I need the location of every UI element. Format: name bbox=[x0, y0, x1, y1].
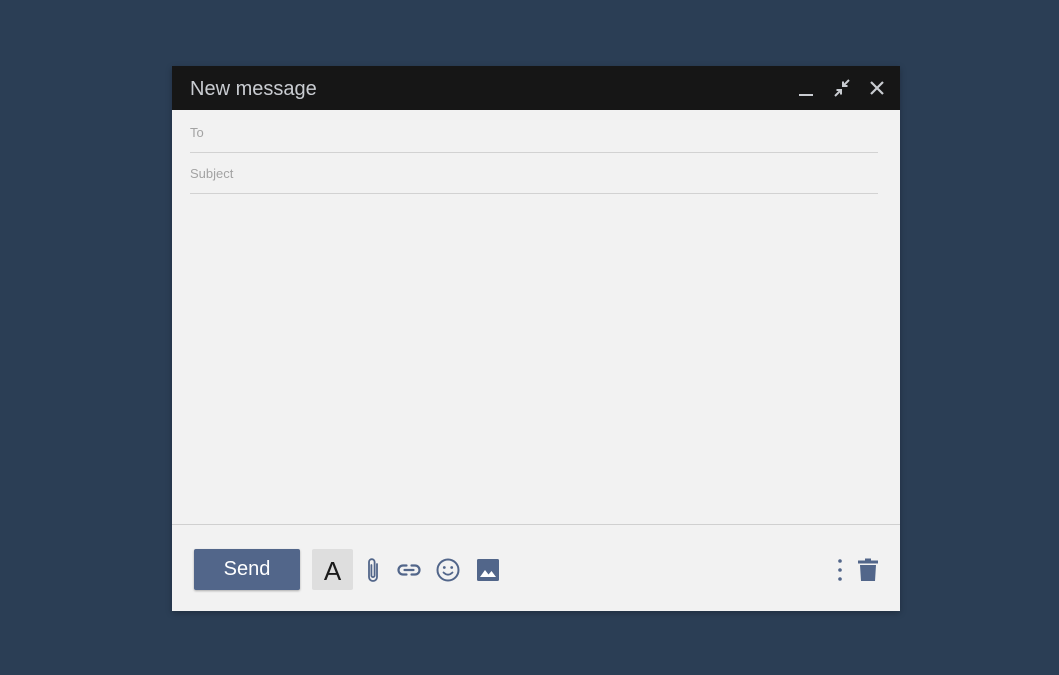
smiley-icon bbox=[436, 558, 460, 582]
compose-header: New message bbox=[172, 66, 900, 110]
image-icon bbox=[477, 559, 499, 581]
subject-input[interactable] bbox=[190, 153, 878, 193]
exit-fullscreen-button[interactable] bbox=[830, 76, 854, 100]
footer-divider bbox=[172, 524, 900, 525]
to-input[interactable] bbox=[190, 112, 878, 152]
more-options-button[interactable] bbox=[825, 555, 855, 585]
compose-window: New message Send A bbox=[172, 66, 900, 611]
close-button[interactable] bbox=[865, 76, 889, 100]
more-vertical-icon bbox=[838, 559, 842, 581]
to-field bbox=[190, 112, 878, 153]
insert-image-button[interactable] bbox=[473, 555, 503, 585]
insert-link-button[interactable] bbox=[394, 555, 424, 585]
paperclip-icon bbox=[368, 558, 378, 582]
trash-icon bbox=[858, 558, 878, 581]
close-icon bbox=[870, 81, 884, 95]
formatting-button[interactable]: A bbox=[312, 549, 353, 590]
minimize-button[interactable] bbox=[794, 76, 818, 100]
attach-button[interactable] bbox=[359, 555, 389, 585]
exit-fullscreen-icon bbox=[834, 79, 850, 97]
message-body[interactable] bbox=[190, 196, 878, 516]
minimize-icon bbox=[799, 94, 813, 96]
send-button[interactable]: Send bbox=[194, 549, 300, 590]
link-icon bbox=[397, 564, 421, 576]
discard-draft-button[interactable] bbox=[853, 555, 883, 585]
compose-title: New message bbox=[190, 78, 317, 100]
emoji-button[interactable] bbox=[433, 555, 463, 585]
subject-field bbox=[190, 153, 878, 194]
